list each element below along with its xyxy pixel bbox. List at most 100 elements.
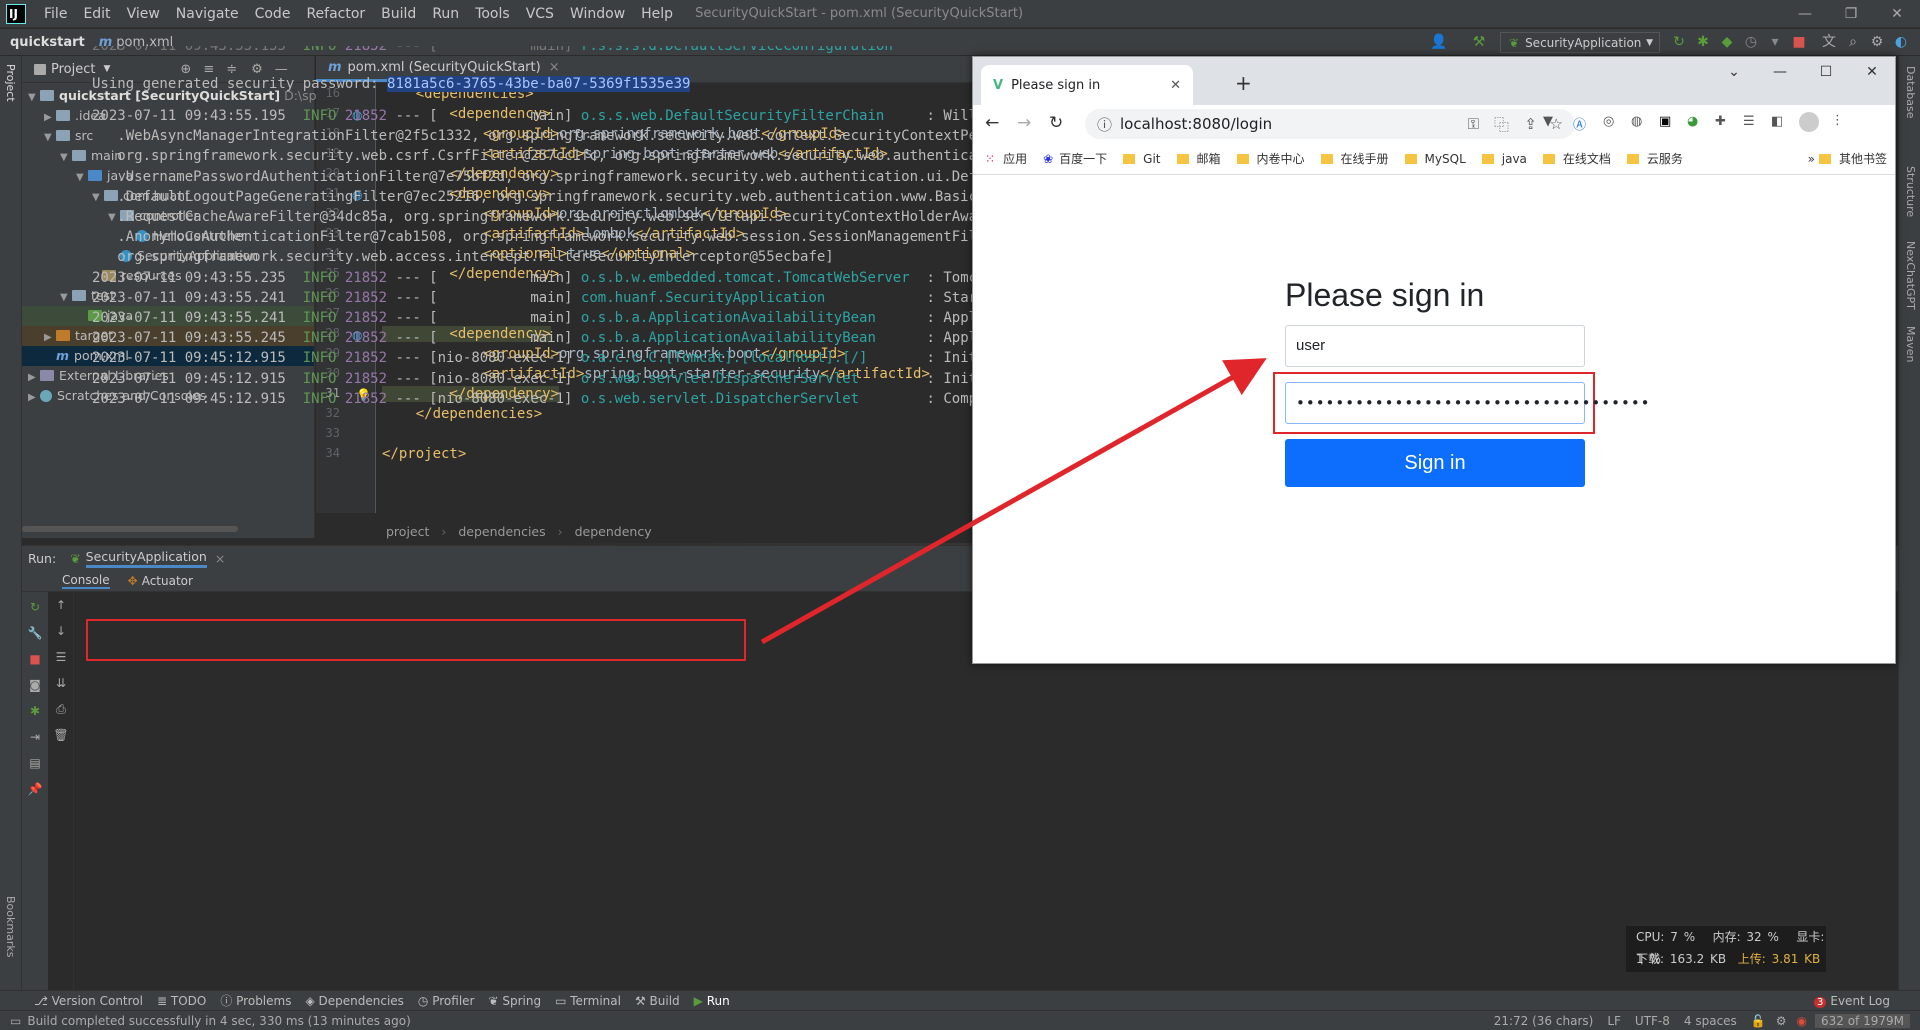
camera-icon[interactable]: ◙: [27, 678, 43, 694]
tool-problems[interactable]: ⓘ Problems: [220, 992, 291, 1009]
bookmark-mail[interactable]: 邮箱: [1176, 150, 1221, 167]
scroll-down-icon[interactable]: ↓: [53, 624, 69, 640]
ext-circle-icon[interactable]: ◎: [1603, 114, 1614, 129]
more-bookmarks-icon[interactable]: »: [1808, 152, 1815, 166]
bookmark-other[interactable]: 其他书签: [1818, 150, 1887, 167]
breadcrumb-dependencies[interactable]: dependencies: [458, 524, 545, 539]
tab-actuator[interactable]: Actuator: [142, 574, 193, 588]
ext-gauge-icon[interactable]: ◍: [1631, 114, 1642, 129]
translate-icon[interactable]: ⿻: [1494, 114, 1509, 135]
reload-icon[interactable]: ↻: [1049, 113, 1063, 133]
stripe-nexchatgpt[interactable]: NexChatGPT: [1904, 241, 1917, 310]
menu-code[interactable]: Code: [247, 0, 299, 28]
status-message[interactable]: Build completed successfully in 4 sec, 3…: [27, 1014, 410, 1028]
tool-build[interactable]: ⚒ Build: [635, 994, 680, 1008]
layout-icon[interactable]: ▤: [27, 756, 43, 772]
tool-profiler[interactable]: ◷ Profiler: [418, 994, 475, 1008]
menu-dots-icon[interactable]: ⋮: [1831, 113, 1844, 128]
password-input[interactable]: ••••••••••••••••••••••••••••••••••••: [1285, 382, 1650, 424]
scroll-up-icon[interactable]: ↑: [53, 598, 69, 614]
menu-build[interactable]: Build: [373, 0, 424, 28]
bookmark-git[interactable]: Git: [1123, 152, 1161, 166]
tool-dependencies[interactable]: ◈ Dependencies: [305, 994, 403, 1008]
ext-black-icon[interactable]: ▣: [1659, 114, 1671, 129]
plugin-icon[interactable]: ◐: [1892, 33, 1910, 51]
pin-icon[interactable]: 📌: [27, 782, 43, 798]
bookmark-neijuan[interactable]: 内卷中心: [1236, 150, 1305, 167]
browser-tab[interactable]: V Please sign in ✕: [981, 65, 1193, 105]
file-encoding[interactable]: UTF-8: [1635, 1014, 1670, 1028]
key-icon[interactable]: ⚿: [1468, 115, 1479, 133]
vue-devtools-icon[interactable]: ▼: [1543, 114, 1553, 129]
menu-navigate[interactable]: Navigate: [168, 0, 247, 28]
back-icon[interactable]: ←: [985, 113, 999, 133]
restore-icon[interactable]: ❐: [1828, 0, 1874, 28]
trash-icon[interactable]: 🗑: [53, 728, 69, 744]
exit-icon[interactable]: ⇥: [27, 730, 43, 746]
git-icon[interactable]: ⚙: [1776, 1014, 1787, 1028]
minimize-icon[interactable]: —: [1757, 57, 1803, 91]
site-info-icon[interactable]: ⓘ: [1097, 114, 1112, 135]
profile-avatar[interactable]: [1799, 112, 1819, 132]
stop-icon[interactable]: ■: [27, 652, 43, 668]
breadcrumb-dependency[interactable]: dependency: [575, 524, 652, 539]
bookmark-baidu[interactable]: ❀ 百度一下: [1043, 150, 1107, 167]
breadcrumb-project[interactable]: project: [386, 524, 429, 539]
menu-file[interactable]: File: [36, 0, 75, 28]
run-config-tab[interactable]: SecurityApplication: [85, 549, 207, 568]
reading-list-icon[interactable]: ☰: [1743, 114, 1755, 129]
debug-icon[interactable]: ✱: [27, 704, 43, 720]
soft-wrap-icon[interactable]: ☰: [53, 650, 69, 666]
close-icon[interactable]: ✕: [1849, 57, 1895, 91]
tab-search-icon[interactable]: ⌄: [1711, 57, 1757, 91]
maximize-icon[interactable]: ☐: [1803, 57, 1849, 91]
scroll-to-end-icon[interactable]: ⇊: [53, 676, 69, 692]
tool-run[interactable]: ▶ Run: [694, 994, 730, 1008]
stripe-database[interactable]: Database: [1904, 66, 1917, 119]
share-icon[interactable]: ⇪: [1524, 115, 1537, 133]
tool-spring[interactable]: ❦ Spring: [488, 994, 541, 1008]
horizontal-scrollbar[interactable]: [22, 526, 238, 532]
ext-a-icon[interactable]: Ⓐ: [1573, 114, 1586, 133]
menu-window[interactable]: Window: [562, 0, 633, 28]
address-bar[interactable]: ⓘ localhost:8080/login ⚿ ⿻ ⇪ ☆: [1085, 109, 1575, 139]
rerun-icon[interactable]: ↻: [27, 600, 43, 616]
menu-vcs[interactable]: VCS: [518, 0, 562, 28]
menu-view[interactable]: View: [119, 0, 168, 28]
generated-password[interactable]: 8181a5c6-3765-43be-ba07-5369f1535e39: [387, 76, 691, 92]
bookmark-java[interactable]: java: [1481, 152, 1527, 166]
close-tab-icon[interactable]: ×: [215, 551, 225, 566]
username-input[interactable]: user: [1285, 325, 1585, 367]
settings-gear-icon[interactable]: ⚙: [1868, 33, 1886, 51]
extensions-icon[interactable]: ✚: [1715, 114, 1726, 129]
tool-todo[interactable]: ≣ TODO: [157, 994, 206, 1008]
menu-help[interactable]: Help: [633, 0, 681, 28]
menu-refactor[interactable]: Refactor: [298, 0, 373, 28]
side-panel-icon[interactable]: ◧: [1771, 114, 1783, 129]
bookmark-docs[interactable]: 在线文档: [1542, 150, 1611, 167]
close-tab-icon[interactable]: ✕: [1170, 78, 1181, 93]
event-log-button[interactable]: 3 Event Log: [1814, 994, 1890, 1008]
caret-position[interactable]: 21:72 (36 chars): [1494, 1014, 1594, 1028]
menu-run[interactable]: Run: [424, 0, 467, 28]
line-separator[interactable]: LF: [1607, 1014, 1621, 1028]
close-icon[interactable]: ✕: [1874, 0, 1920, 28]
wrench-icon[interactable]: 🔧: [27, 626, 43, 642]
menu-edit[interactable]: Edit: [75, 0, 118, 28]
bookmark-manual[interactable]: 在线手册: [1320, 150, 1389, 167]
tab-console[interactable]: Console: [62, 573, 110, 589]
stripe-structure[interactable]: Structure: [1904, 166, 1917, 217]
stripe-project[interactable]: Project: [4, 64, 17, 102]
bookmark-apps[interactable]: ⁙ 应用: [985, 150, 1027, 167]
bookmark-mysql[interactable]: MySQL: [1404, 152, 1466, 166]
lock-icon[interactable]: 🔓: [1751, 1014, 1766, 1028]
new-tab-icon[interactable]: +: [1235, 71, 1252, 95]
print-icon[interactable]: ⎙: [53, 702, 69, 718]
menu-tools[interactable]: Tools: [467, 0, 518, 28]
chrome-icon[interactable]: ◉: [1797, 1014, 1807, 1028]
sign-in-button[interactable]: Sign in: [1285, 439, 1585, 487]
indent-setting[interactable]: 4 spaces: [1684, 1014, 1737, 1028]
stripe-bookmarks[interactable]: Bookmarks: [4, 896, 17, 957]
ext-globe-icon[interactable]: ◕: [1687, 114, 1698, 129]
tool-terminal[interactable]: ▭ Terminal: [555, 994, 621, 1008]
